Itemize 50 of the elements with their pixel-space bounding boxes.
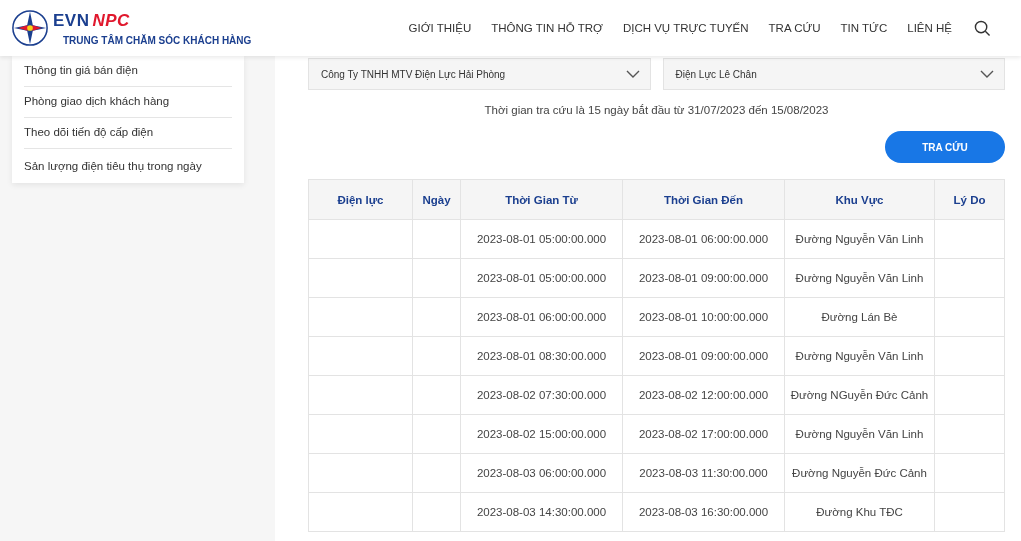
nav-link[interactable]: THÔNG TIN HỖ TRỢ — [491, 22, 603, 34]
table-cell: 2023-08-01 10:00:00.000 — [638, 311, 769, 323]
table-cell: 2023-08-01 06:00:00.000 — [638, 233, 769, 245]
nav-link[interactable]: DỊCH VỤ TRỰC TUYẾN — [622, 22, 749, 34]
table-cell: 2023-08-03 06:00:00.000 — [476, 467, 607, 479]
nav-link[interactable]: LIÊN HỆ — [907, 22, 952, 34]
sidebar-item[interactable]: Sản lượng điện tiêu thụ trong ngày — [24, 149, 232, 183]
table-cell: Đường Khu TĐC — [816, 506, 903, 518]
table-cell: 2023-08-01 09:00:00.000 — [638, 272, 769, 284]
table-cell: 2023-08-01 09:00:00.000 — [638, 350, 769, 362]
sidebar-item[interactable]: Theo dõi tiến độ cấp điện — [24, 118, 232, 149]
compass-star-logo-icon — [11, 9, 49, 47]
dropdown[interactable]: Điện Lực Lê Chân — [662, 58, 1005, 90]
search-button[interactable]: TRA CỨU — [885, 131, 1005, 163]
table-cell: Đường NGuyễn Đức Cảnh — [790, 389, 929, 401]
table-cell: Đường Nguyễn Văn Linh — [795, 233, 924, 245]
notice-text: Thời gian tra cứu là 15 ngày bắt đầu từ 31/07/2023 đến 15/08/2023 — [483, 104, 830, 116]
brand-name: EVN NPC — [53, 11, 131, 31]
table-cell: 2023-08-01 08:30:00.000 — [476, 350, 607, 362]
table-cell: Đường Nguyễn Văn Linh — [795, 350, 924, 362]
table-cell: 2023-08-01 05:00:00.000 — [476, 272, 607, 284]
table-cell: 2023-08-02 12:00:00.000 — [638, 389, 769, 401]
table-cell: 2023-08-02 15:00:00.000 — [476, 428, 607, 440]
table-cell: Đường Lán Bè — [821, 311, 898, 323]
column-header: Khu Vực — [784, 179, 935, 220]
chevron-down-icon — [625, 70, 640, 78]
column-header: Lý Do — [934, 179, 1005, 220]
column-header: Thời Gian Từ — [460, 179, 623, 220]
table-cell: 2023-08-01 05:00:00.000 — [476, 233, 607, 245]
table-cell: Đường Nguyễn Văn Linh — [795, 272, 924, 284]
nav-link[interactable]: GIỚI THIỆU — [408, 22, 472, 34]
column-header: Ngày — [412, 179, 461, 220]
sidebar-item[interactable]: Phòng giao dịch khách hàng — [24, 87, 232, 118]
nav-link[interactable]: TIN TỨC — [840, 22, 888, 34]
column-header: Thời Gian Đến — [622, 179, 785, 220]
table-cell: 2023-08-02 17:00:00.000 — [638, 428, 769, 440]
table-cell: 2023-08-03 11:30:00.000 — [639, 467, 768, 479]
chevron-down-icon — [980, 70, 994, 78]
table-cell: 2023-08-02 07:30:00.000 — [476, 389, 607, 401]
nav-link[interactable]: TRA CỨU — [768, 22, 821, 34]
table-cell: 2023-08-03 16:30:00.000 — [638, 506, 769, 518]
search-icon[interactable] — [974, 19, 991, 37]
dropdown[interactable]: Công Ty TNHH MTV Điện Lực Hải Phòng — [308, 58, 651, 90]
table-cell: 2023-08-01 06:00:00.000 — [476, 311, 607, 323]
sidebar-item[interactable]: Thông tin giá bán điện — [24, 56, 232, 87]
column-header: Điện lực — [308, 179, 413, 220]
brand-subtitle: TRUNG TÂM CHĂM SÓC KHÁCH HÀNG — [63, 35, 252, 46]
table-cell: Đường Nguyễn Văn Linh — [795, 428, 924, 440]
table-cell: Đường Nguyễn Đức Cảnh — [792, 467, 927, 479]
table-cell: 2023-08-03 14:30:00.000 — [476, 506, 607, 518]
